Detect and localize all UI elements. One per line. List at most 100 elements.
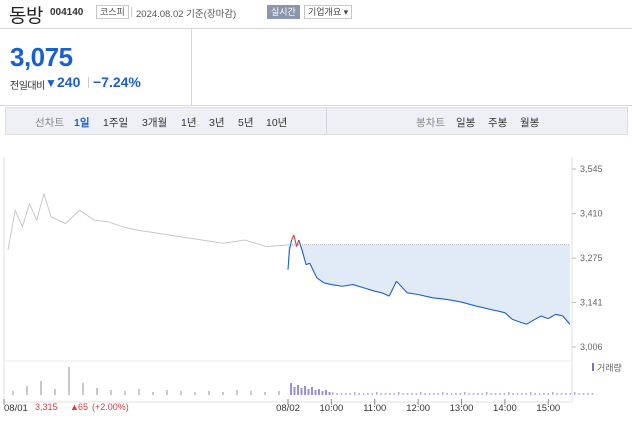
volume-bar	[354, 392, 356, 395]
volume-bar	[547, 393, 550, 395]
volume-bar	[521, 393, 523, 395]
chart-period-toolbar: 선차트 1일 1주일 3개월 1년 3년 5년 10년 봉차트 일봉 주봉 월봉	[5, 107, 628, 135]
toolbar-divider	[326, 108, 327, 134]
volume-bar	[297, 385, 299, 395]
volume-bar	[290, 383, 292, 395]
volume-bar	[166, 390, 168, 395]
volume-bar	[180, 391, 182, 395]
volume-bar	[543, 393, 545, 395]
volume-bar	[481, 393, 484, 395]
prev-day-percent: (+2.00%)	[92, 402, 129, 412]
volume-bar	[591, 393, 594, 395]
y-tick-label: 3,410	[580, 209, 603, 219]
volume-bar	[490, 393, 492, 395]
volume-bar	[486, 392, 488, 395]
candle-weekly[interactable]: 주봉	[488, 115, 507, 130]
volume-bar	[578, 393, 580, 395]
x-tick-label: 15:00	[536, 403, 560, 414]
volume-bar	[345, 393, 347, 395]
volume-label: 거래량	[597, 362, 622, 373]
market-badge: 코스피	[96, 5, 129, 19]
volume-bar	[538, 393, 541, 395]
change-divider	[88, 77, 89, 88]
volume-bar	[250, 391, 252, 395]
volume-bar	[236, 390, 238, 395]
volume-bar	[321, 391, 324, 395]
candle-chart-label: 봉차트	[416, 117, 445, 129]
volume-bar	[411, 393, 413, 395]
period-3y[interactable]: 3년	[209, 115, 225, 130]
change-value: 240	[57, 74, 81, 90]
volume-bar	[293, 387, 296, 395]
period-1w[interactable]: 1주일	[103, 115, 128, 130]
volume-bar	[384, 393, 387, 395]
volume-bar	[437, 393, 440, 395]
volume-bar	[565, 393, 567, 395]
y-tick-label: 3,006	[580, 342, 603, 352]
volume-bar	[264, 392, 266, 395]
volume-bar	[300, 388, 303, 395]
company-overview-button[interactable]: 기업개요 ▾	[304, 5, 353, 19]
x-tick-label: 14:00	[493, 403, 517, 414]
volume-bar	[311, 387, 313, 395]
volume-bar	[446, 393, 448, 395]
volume-bar	[304, 386, 306, 395]
volume-bar	[278, 391, 280, 395]
change-percent: −7.24%	[93, 74, 141, 90]
volume-bar	[307, 389, 310, 395]
volume-bar	[424, 393, 426, 395]
volume-bar	[499, 393, 501, 395]
period-1d[interactable]: 1일	[74, 115, 90, 130]
volume-bar	[525, 393, 528, 395]
volume-bar	[472, 393, 475, 395]
volume-bar	[314, 390, 317, 395]
volume-bar	[516, 393, 519, 395]
volume-bar	[358, 393, 360, 395]
volume-bar	[12, 391, 14, 395]
line-chart-label: 선차트	[35, 117, 64, 129]
volume-bar	[336, 393, 338, 395]
candle-daily[interactable]: 일봉	[456, 115, 475, 130]
x-tick-label: 08/01	[4, 403, 28, 414]
y-tick-label: 3,275	[580, 253, 603, 263]
volume-bar	[340, 393, 343, 395]
volume-bar	[222, 392, 224, 395]
volume-bar	[398, 392, 400, 395]
volume-bar	[68, 367, 70, 395]
volume-bar	[389, 393, 391, 395]
volume-bar	[477, 393, 479, 395]
volume-bar	[96, 388, 98, 395]
volume-bar	[194, 392, 196, 395]
volume-bar	[138, 389, 140, 395]
volume-bar	[349, 393, 352, 395]
period-3m[interactable]: 3개월	[142, 115, 167, 130]
volume-bar	[367, 393, 369, 395]
x-tick-label: 11:00	[363, 403, 386, 414]
volume-bar	[40, 381, 42, 395]
volume-bar	[82, 383, 84, 395]
volume-bar	[124, 391, 126, 395]
volume-bar	[152, 392, 154, 395]
volume-bar	[110, 390, 112, 395]
price-chart[interactable]: 3,545 3,410 3,275 3,141 3,006 08/01 08/02 10:0…	[0, 135, 632, 427]
volume-bar	[402, 393, 404, 395]
volume-bar	[468, 393, 470, 395]
current-price: 3,075	[10, 42, 73, 72]
realtime-button[interactable]: 실시간	[267, 5, 300, 19]
stock-header: 동방 004140 코스피 2024.08.02 기준(장마감) 실시간 기업개…	[0, 0, 632, 27]
x-tick-label: 10:00	[319, 403, 343, 414]
period-5y[interactable]: 5년	[238, 115, 254, 130]
stock-name: 동방	[9, 6, 43, 27]
volume-bar	[328, 392, 331, 395]
volume-bar	[54, 389, 56, 395]
volume-bar	[433, 393, 435, 395]
volume-bar	[552, 392, 554, 395]
period-1y[interactable]: 1년	[181, 115, 197, 130]
prev-day-close: 3,315	[35, 402, 58, 412]
period-10y[interactable]: 10년	[266, 115, 287, 130]
candle-monthly[interactable]: 월봉	[520, 115, 539, 130]
header-divider	[131, 7, 132, 17]
prev-day-summary: 3,315 ▲ 65 (+2.00%)	[35, 402, 129, 412]
volume-bar	[503, 393, 506, 395]
volume-bar	[530, 392, 532, 395]
